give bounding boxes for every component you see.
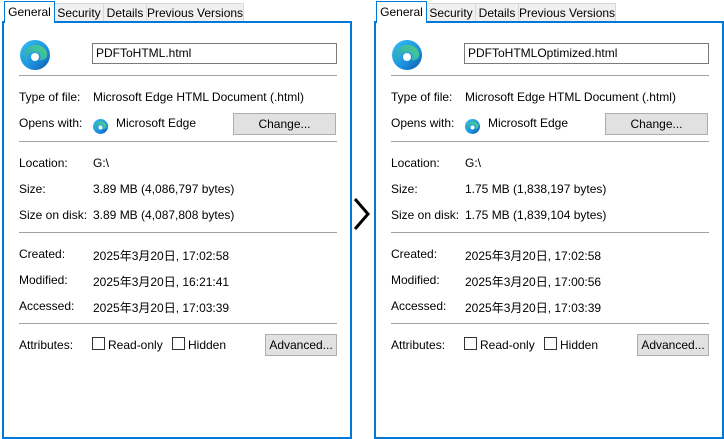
- separator: [19, 75, 337, 76]
- tab-general[interactable]: General: [4, 1, 55, 23]
- hidden-checkbox[interactable]: [172, 337, 185, 350]
- separator: [19, 323, 337, 324]
- hidden-label: Hidden: [560, 338, 599, 352]
- location-value: G:\: [93, 156, 110, 170]
- opens-with-label: Opens with:: [391, 116, 455, 130]
- chevron-right-icon: [353, 198, 370, 230]
- tab-previous-versions[interactable]: Previous Versions: [146, 3, 244, 22]
- type-label: Type of file:: [391, 90, 453, 104]
- size-on-disk-label: Size on disk:: [391, 208, 460, 222]
- general-tab-content: PDFToHTML.html Type of file: Microsoft E…: [2, 21, 352, 439]
- advanced-button[interactable]: Advanced...: [265, 334, 337, 356]
- accessed-value: 2025年3月20日, 17:03:39: [465, 301, 602, 315]
- created-value: 2025年3月20日, 17:02:58: [465, 249, 602, 263]
- readonly-checkbox[interactable]: [464, 337, 477, 350]
- edge-icon: [465, 119, 480, 134]
- size-on-disk-label: Size on disk:: [19, 208, 88, 222]
- size-on-disk-value: 1.75 MB (1,839,104 bytes): [465, 208, 607, 222]
- size-on-disk-value: 3.89 MB (4,087,808 bytes): [93, 208, 235, 222]
- location-value: G:\: [465, 156, 482, 170]
- separator: [19, 232, 337, 233]
- modified-label: Modified:: [19, 273, 68, 287]
- readonly-checkbox[interactable]: [92, 337, 105, 350]
- type-value: Microsoft Edge HTML Document (.html): [93, 90, 304, 104]
- created-label: Created:: [19, 247, 66, 261]
- size-value: 1.75 MB (1,838,197 bytes): [465, 182, 607, 196]
- modified-value: 2025年3月20日, 17:00:56: [465, 275, 602, 289]
- general-tab-content: PDFToHTMLOptimized.html Type of file: Mi…: [374, 21, 724, 439]
- readonly-label: Read-only: [480, 338, 535, 352]
- tab-strip: General Security Details Previous Versio…: [2, 1, 350, 23]
- size-label: Size:: [19, 182, 46, 196]
- accessed-label: Accessed:: [19, 299, 75, 313]
- properties-panel-original: General Security Details Previous Versio…: [0, 0, 352, 439]
- opens-with-label: Opens with:: [19, 116, 83, 130]
- created-label: Created:: [391, 247, 438, 261]
- attributes-label: Attributes:: [391, 338, 446, 352]
- separator: [391, 75, 709, 76]
- modified-label: Modified:: [391, 273, 440, 287]
- tab-previous-versions[interactable]: Previous Versions: [518, 3, 616, 22]
- tab-security[interactable]: Security: [54, 3, 104, 22]
- location-label: Location:: [19, 156, 68, 170]
- tab-details[interactable]: Details: [475, 3, 519, 22]
- accessed-label: Accessed:: [391, 299, 447, 313]
- opens-with-value: Microsoft Edge: [488, 116, 569, 130]
- separator: [391, 323, 709, 324]
- opens-with-value: Microsoft Edge: [116, 116, 197, 130]
- filename-field[interactable]: PDFToHTMLOptimized.html: [464, 43, 709, 64]
- modified-value: 2025年3月20日, 16:21:41: [93, 275, 230, 289]
- created-value: 2025年3月20日, 17:02:58: [93, 249, 230, 263]
- type-label: Type of file:: [19, 90, 81, 104]
- readonly-label: Read-only: [108, 338, 163, 352]
- size-label: Size:: [391, 182, 418, 196]
- hidden-label: Hidden: [188, 338, 227, 352]
- location-label: Location:: [391, 156, 440, 170]
- accessed-value: 2025年3月20日, 17:03:39: [93, 301, 230, 315]
- tab-details[interactable]: Details: [103, 3, 147, 22]
- change-button[interactable]: Change...: [605, 113, 708, 135]
- size-value: 3.89 MB (4,086,797 bytes): [93, 182, 235, 196]
- type-value: Microsoft Edge HTML Document (.html): [465, 90, 676, 104]
- tab-general[interactable]: General: [376, 1, 427, 23]
- separator: [19, 141, 337, 142]
- tab-security[interactable]: Security: [426, 3, 476, 22]
- advanced-button[interactable]: Advanced...: [637, 334, 709, 356]
- edge-icon: [20, 40, 50, 70]
- hidden-checkbox[interactable]: [544, 337, 557, 350]
- separator: [391, 232, 709, 233]
- filename-field[interactable]: PDFToHTML.html: [92, 43, 337, 64]
- separator: [391, 141, 709, 142]
- attributes-label: Attributes:: [19, 338, 74, 352]
- properties-panel-optimized: General Security Details Previous Versio…: [372, 0, 724, 439]
- tab-strip: General Security Details Previous Versio…: [374, 1, 722, 23]
- change-button[interactable]: Change...: [233, 113, 336, 135]
- edge-icon: [93, 119, 108, 134]
- edge-icon: [392, 40, 422, 70]
